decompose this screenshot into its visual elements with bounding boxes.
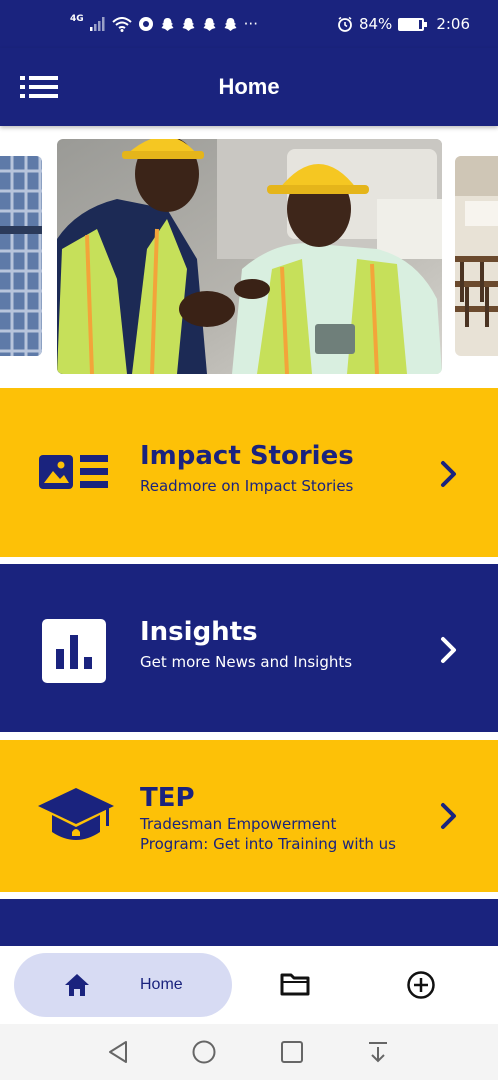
graduation-cap-icon [36,786,116,850]
home-screen: 4G ··· 84% 2:06 Home Impact Stories Read… [0,0,498,1080]
snapchat-icon [202,17,217,32]
card-subtitle: Readmore on Impact Stories [140,477,354,495]
carousel-slide-current[interactable] [57,139,442,374]
wifi-icon [111,16,132,32]
photo-workers-handshake [57,139,442,374]
battery-percent: 84% [358,15,393,33]
photo-classroom [455,156,498,356]
snapchat-icon [181,17,196,32]
back-icon[interactable] [106,1040,130,1068]
tep-text: TEP Tradesman Empowerment Program: Get i… [140,782,396,854]
snapchat-icon [223,17,238,32]
app-notification-icon [138,16,154,32]
chevron-right-icon [440,802,458,834]
recents-square-icon[interactable] [280,1040,304,1068]
card-title: Impact Stories [140,441,354,471]
carousel-slide-prev[interactable] [0,156,42,356]
photo-plaid-shirt [0,156,42,356]
card-subtitle-line2: Program: Get into Training with us [140,835,396,853]
add-circle-icon[interactable] [406,970,436,1004]
clock: 2:06 [436,15,470,33]
chevron-right-icon [440,460,458,492]
insights-card[interactable]: Insights Get more News and Insights [0,564,498,732]
status-bar: 4G ··· 84% 2:06 [0,0,498,48]
more-notifications: ··· [243,15,258,33]
bar-chart-icon [36,618,112,684]
list-menu-icon[interactable] [20,75,58,99]
impact-stories-card[interactable]: Impact Stories Readmore on Impact Storie… [0,388,498,557]
home-circle-icon[interactable] [192,1040,216,1068]
pull-down-icon[interactable] [366,1040,390,1068]
status-left: 4G ··· [70,14,258,33]
chevron-right-icon [440,636,458,668]
insights-text: Insights Get more News and Insights [140,616,352,672]
battery-icon [398,17,428,31]
tep-card[interactable]: TEP Tradesman Empowerment Program: Get i… [0,740,498,892]
nav-home-tab[interactable]: Home [14,953,232,1017]
snapchat-icon [160,17,175,32]
battery-fill [400,19,419,29]
signal-icon [89,17,106,31]
card-title: Insights [140,617,258,647]
bottom-navigation: Home [0,946,498,1024]
card-subtitle-line1: Tradesman Empowerment [140,815,337,833]
status-right: 84% 2:06 [337,15,470,33]
article-image-icon [36,450,112,494]
nav-home-label: Home [140,976,183,993]
page-title: Home [218,74,280,99]
app-bar: Home [0,48,498,126]
folder-icon[interactable] [280,972,310,1000]
card-subtitle: Get more News and Insights [140,653,353,671]
home-icon [64,973,90,1001]
network-type: 4G [70,14,84,24]
image-carousel[interactable] [0,136,498,380]
carousel-slide-next[interactable] [455,156,498,356]
system-navigation-bar [0,1024,498,1080]
card-title: TEP [140,783,195,813]
impact-stories-text: Impact Stories Readmore on Impact Storie… [140,440,354,496]
alarm-icon [337,16,353,32]
